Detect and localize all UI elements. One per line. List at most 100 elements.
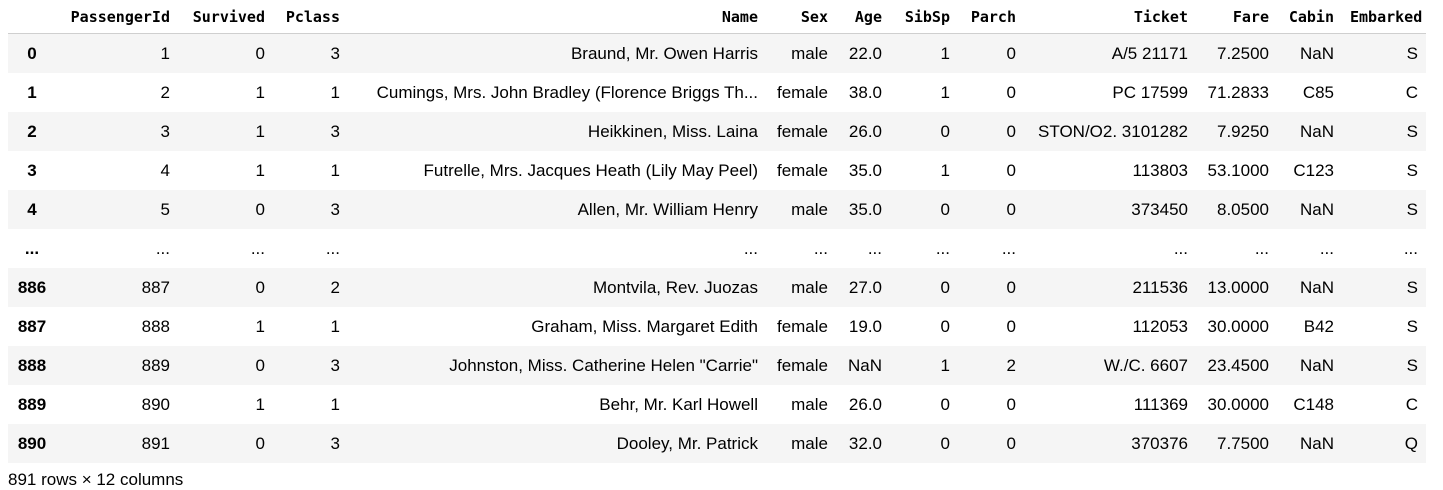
table-cell: 0 bbox=[1006, 316, 1016, 336]
table-cell: 0 bbox=[940, 199, 950, 219]
table-cell: ... bbox=[813, 238, 828, 258]
table-cell: ... bbox=[1001, 238, 1016, 258]
table-cell: 3 bbox=[160, 121, 170, 141]
row-index: 886 bbox=[17, 277, 47, 297]
table-cell: 1 bbox=[255, 121, 265, 141]
table-cell: NaN bbox=[1299, 355, 1334, 375]
table-cell: Cumings, Mrs. John Bradley (Florence Bri… bbox=[376, 82, 758, 102]
table-cell: 1 bbox=[255, 394, 265, 414]
table-cell: 27.0 bbox=[848, 277, 882, 297]
table-cell: 0 bbox=[1006, 199, 1016, 219]
table-cell: 71.2833 bbox=[1207, 82, 1269, 102]
table-cell: 0 bbox=[1006, 82, 1016, 102]
table-cell: 7.7500 bbox=[1217, 433, 1269, 453]
column-header: Parch bbox=[958, 0, 1024, 34]
table-cell: 1 bbox=[255, 160, 265, 180]
table-cell: 19.0 bbox=[848, 316, 882, 336]
table-cell: 5 bbox=[160, 199, 170, 219]
table-cell: ... bbox=[867, 238, 882, 258]
table-cell: 2 bbox=[1006, 355, 1016, 375]
table-cell: 0 bbox=[255, 277, 265, 297]
table-cell: 22.0 bbox=[848, 43, 882, 63]
table-cell: Futrelle, Mrs. Jacques Heath (Lily May P… bbox=[423, 160, 758, 180]
table-cell: ... bbox=[1319, 238, 1334, 258]
table-cell: 0 bbox=[1006, 394, 1016, 414]
column-header: Sex bbox=[766, 0, 836, 34]
table-cell: 7.2500 bbox=[1217, 43, 1269, 63]
table-cell: female bbox=[776, 355, 828, 375]
table-cell: 30.0000 bbox=[1207, 394, 1269, 414]
table-cell: STON/O2. 3101282 bbox=[1038, 121, 1188, 141]
table-cell: 113803 bbox=[1132, 160, 1188, 180]
table-cell: NaN bbox=[847, 355, 882, 375]
table-cell: 0 bbox=[940, 277, 950, 297]
table-cell: ... bbox=[155, 238, 170, 258]
table-cell: Q bbox=[1404, 433, 1418, 453]
table-cell: 890 bbox=[141, 394, 170, 414]
table-cell: 3 bbox=[330, 199, 340, 219]
table-cell: 1 bbox=[330, 82, 340, 102]
table-cell: 0 bbox=[255, 433, 265, 453]
table-cell: 1 bbox=[160, 43, 170, 63]
row-index: 889 bbox=[17, 394, 47, 414]
column-header: SibSp bbox=[890, 0, 958, 34]
table-cell: male bbox=[791, 43, 828, 63]
table-cell: C123 bbox=[1293, 160, 1334, 180]
table-cell: PC 17599 bbox=[1112, 82, 1188, 102]
table-cell: NaN bbox=[1299, 433, 1334, 453]
table-row: 889 890 1 1 Behr, Mr. Karl Howell male 26.0 0 0 1… bbox=[8, 385, 1426, 424]
row-index: 887 bbox=[17, 316, 47, 336]
table-cell: female bbox=[776, 160, 828, 180]
table-cell: 7.9250 bbox=[1217, 121, 1269, 141]
table-cell: 8.0500 bbox=[1217, 199, 1269, 219]
table-cell: Braund, Mr. Owen Harris bbox=[570, 43, 758, 63]
table-cell: S bbox=[1406, 199, 1418, 219]
table-cell: 32.0 bbox=[848, 433, 882, 453]
table-cell: NaN bbox=[1299, 121, 1334, 141]
table-cell: 4 bbox=[160, 160, 170, 180]
table-cell: Graham, Miss. Margaret Edith bbox=[531, 316, 758, 336]
table-cell: 112053 bbox=[1132, 316, 1188, 336]
table-cell: 0 bbox=[1006, 433, 1016, 453]
table-cell: female bbox=[776, 316, 828, 336]
table-cell: A/5 21171 bbox=[1111, 43, 1188, 63]
column-header: Fare bbox=[1196, 0, 1277, 34]
table-cell: female bbox=[776, 82, 828, 102]
table-cell: S bbox=[1406, 355, 1418, 375]
table-cell: C bbox=[1405, 394, 1418, 414]
table-row: 4 5 0 3 Allen, Mr. William Henry male 35.0 0 0 37… bbox=[8, 190, 1426, 229]
table-cell: 1 bbox=[330, 160, 340, 180]
column-header: Cabin bbox=[1277, 0, 1342, 34]
table-cell: male bbox=[791, 277, 828, 297]
table-cell: 111369 bbox=[1133, 394, 1188, 414]
table-cell: S bbox=[1406, 160, 1418, 180]
table-cell: Allen, Mr. William Henry bbox=[577, 199, 758, 219]
table-cell: S bbox=[1406, 43, 1418, 63]
table-cell: 1 bbox=[330, 394, 340, 414]
table-cell: NaN bbox=[1299, 199, 1334, 219]
table-cell: 0 bbox=[255, 43, 265, 63]
dataframe-output: PassengerId Survived Pclass Name Sex Age SibSp… bbox=[8, 0, 1426, 463]
table-cell: 0 bbox=[1006, 277, 1016, 297]
row-index: 0 bbox=[27, 43, 37, 63]
table-cell: 1 bbox=[940, 160, 950, 180]
row-index: 1 bbox=[27, 82, 37, 102]
table-cell: male bbox=[791, 394, 828, 414]
row-index: 4 bbox=[27, 199, 37, 219]
table-cell: Dooley, Mr. Patrick bbox=[616, 433, 758, 453]
index-header bbox=[8, 0, 56, 34]
table-row: 887 888 1 1 Graham, Miss. Margaret Edith fema… bbox=[8, 307, 1426, 346]
table-cell: Montvila, Rev. Juozas bbox=[592, 277, 758, 297]
column-header: Pclass bbox=[273, 0, 348, 34]
table-cell: 0 bbox=[255, 199, 265, 219]
table-cell: ... bbox=[250, 238, 265, 258]
table-cell: 0 bbox=[255, 355, 265, 375]
table-cell: 0 bbox=[940, 394, 950, 414]
table-cell: 2 bbox=[160, 82, 170, 102]
table-cell: 887 bbox=[141, 277, 170, 297]
table-cell: W./C. 6607 bbox=[1103, 355, 1188, 375]
table-cell: ... bbox=[1403, 238, 1418, 258]
table-header-row: PassengerId Survived Pclass Name Sex Age SibSp… bbox=[8, 0, 1426, 34]
table-cell: ... bbox=[743, 238, 758, 258]
table-cell: 3 bbox=[330, 121, 340, 141]
